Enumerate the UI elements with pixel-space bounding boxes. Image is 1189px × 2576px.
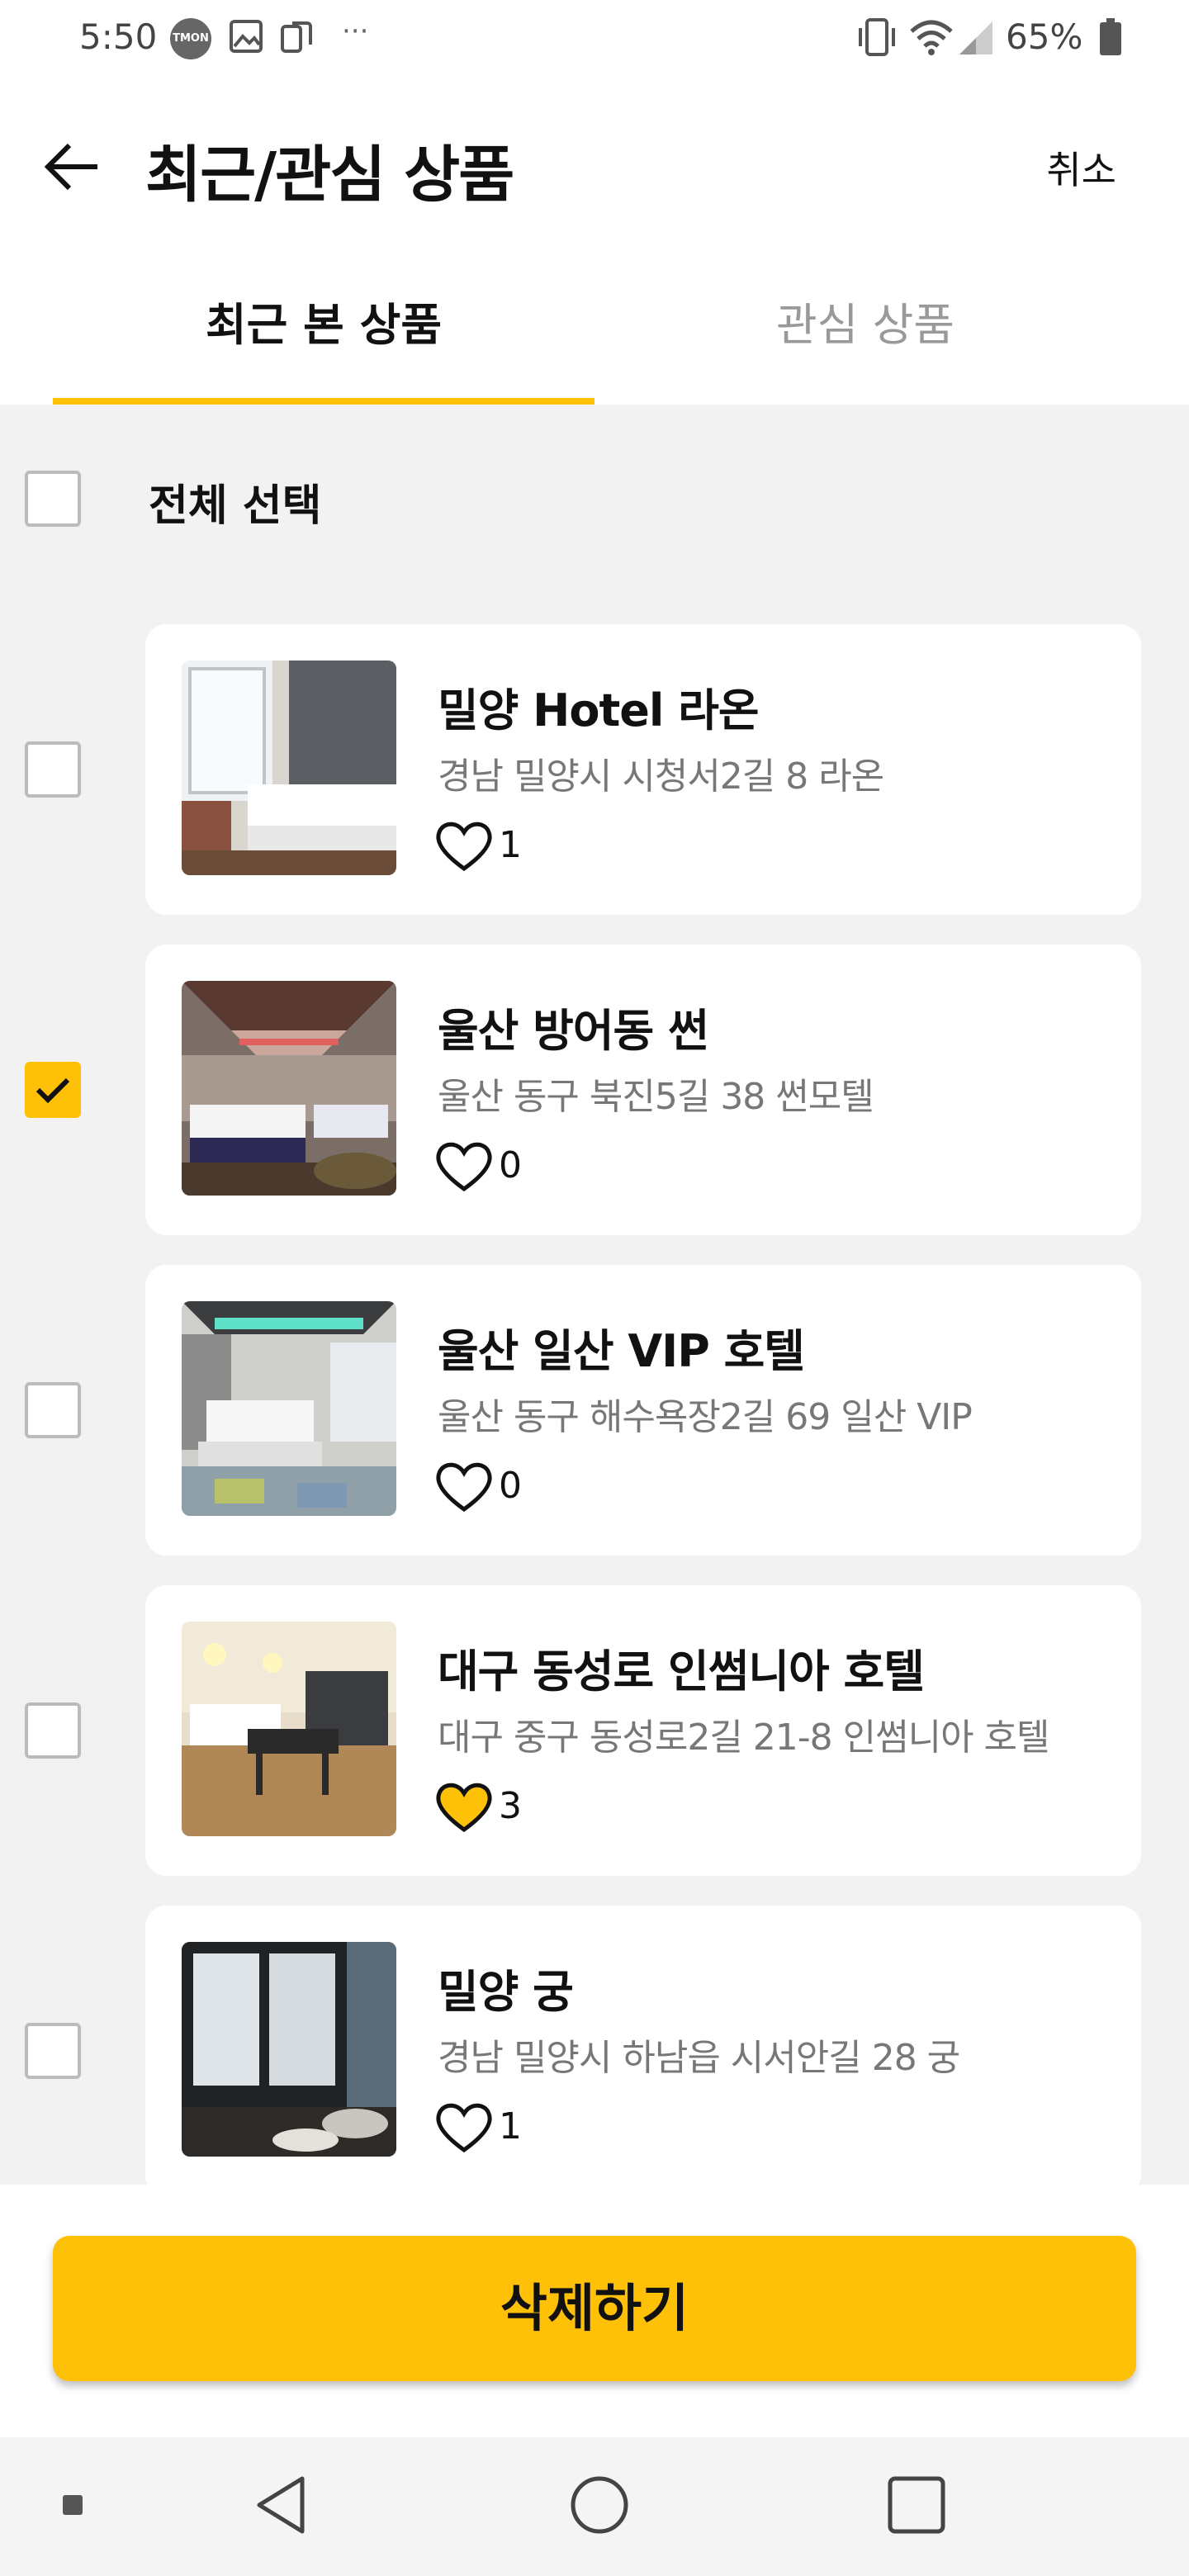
like-count: 0 xyxy=(499,1144,522,1186)
nav-recents-icon[interactable] xyxy=(885,2474,948,2540)
nav-home-icon[interactable] xyxy=(568,2474,631,2540)
list-item: 밀양 궁 경남 밀양시 하남읍 시서안길 28 궁 1 xyxy=(0,1906,1189,2196)
product-address: 대구 중구 동성로2길 21-8 인썸니아 호텔 xyxy=(438,1717,1050,1759)
product-name: 울산 방어동 썬 xyxy=(438,1005,709,1057)
battery-icon xyxy=(1098,18,1123,59)
status-bar: 5:50 TMON ··· 65% xyxy=(0,0,1189,76)
status-time: 5:50 xyxy=(79,17,158,57)
tab-recent-products[interactable]: 최근 본 상품 xyxy=(53,258,594,405)
product-name: 밀양 궁 xyxy=(438,1966,574,2018)
like-count: 3 xyxy=(499,1785,522,1827)
heart-outline-icon[interactable] xyxy=(434,819,494,875)
product-name: 밀양 Hotel 라온 xyxy=(438,684,760,736)
cancel-button[interactable]: 취소 xyxy=(1046,140,1116,195)
item-checkbox-checked[interactable] xyxy=(25,1062,81,1118)
product-card[interactable]: 밀양 Hotel 라온 경남 밀양시 시청서2길 8 라온 1 xyxy=(145,624,1141,915)
gallery-notification-icon xyxy=(228,18,264,58)
active-tab-indicator xyxy=(53,398,594,405)
system-navigation-bar xyxy=(0,2437,1189,2576)
signal-icon xyxy=(956,18,994,59)
item-checkbox[interactable] xyxy=(25,1702,81,1759)
header: 최근/관심 상품 취소 xyxy=(0,76,1189,258)
select-all-row[interactable]: 전체 선택 xyxy=(0,446,1189,545)
item-checkbox[interactable] xyxy=(25,741,81,798)
like-count: 1 xyxy=(499,824,522,866)
product-thumbnail xyxy=(182,1301,396,1516)
page-title: 최근/관심 상품 xyxy=(145,140,514,211)
product-address: 경남 밀양시 시청서2길 8 라온 xyxy=(438,755,884,798)
tab-liked-products[interactable]: 관심 상품 xyxy=(594,258,1136,405)
product-thumbnail xyxy=(182,1622,396,1836)
battery-percent: 65% xyxy=(1006,17,1083,57)
more-notifications-icon: ··· xyxy=(342,15,369,48)
product-address: 울산 동구 해수욕장2길 69 일산 VIP xyxy=(438,1396,973,1438)
delete-button[interactable]: 삭제하기 xyxy=(53,2236,1136,2381)
wifi-icon xyxy=(910,18,953,59)
heart-outline-icon[interactable] xyxy=(434,2100,494,2157)
tmon-notification-icon: TMON xyxy=(170,18,211,59)
product-thumbnail xyxy=(182,981,396,1196)
back-arrow-icon[interactable] xyxy=(43,142,101,195)
heart-outline-icon[interactable] xyxy=(434,1139,494,1196)
item-checkbox[interactable] xyxy=(25,1382,81,1438)
select-all-label: 전체 선택 xyxy=(149,481,322,531)
list-item: 울산 방어동 썬 울산 동구 북진5길 38 썬모텔 0 xyxy=(0,945,1189,1235)
list-item: 밀양 Hotel 라온 경남 밀양시 시청서2길 8 라온 1 xyxy=(0,624,1189,915)
product-card[interactable]: 울산 일산 VIP 호텔 울산 동구 해수욕장2길 69 일산 VIP 0 xyxy=(145,1265,1141,1556)
nav-menu-dot-icon[interactable] xyxy=(63,2495,83,2515)
product-address: 경남 밀양시 하남읍 시서안길 28 궁 xyxy=(438,2037,960,2079)
product-card[interactable]: 대구 동성로 인썸니아 호텔 대구 중구 동성로2길 21-8 인썸니아 호텔 … xyxy=(145,1585,1141,1876)
tab-bar: 최근 본 상품 관심 상품 xyxy=(0,258,1189,405)
product-name: 대구 동성로 인썸니아 호텔 xyxy=(438,1646,925,1698)
product-card[interactable]: 밀양 궁 경남 밀양시 하남읍 시서안길 28 궁 1 xyxy=(145,1906,1141,2196)
product-thumbnail xyxy=(182,661,396,875)
product-name: 울산 일산 VIP 호텔 xyxy=(438,1325,805,1377)
select-all-checkbox[interactable] xyxy=(25,471,81,527)
product-thumbnail xyxy=(182,1942,396,2157)
heart-outline-icon[interactable] xyxy=(434,1460,494,1516)
product-address: 울산 동구 북진5길 38 썬모텔 xyxy=(438,1076,874,1118)
vibrate-icon xyxy=(854,18,900,59)
like-count: 0 xyxy=(499,1465,522,1507)
copy-notification-icon xyxy=(279,18,315,58)
heart-filled-icon[interactable] xyxy=(434,1780,494,1836)
list-item: 대구 동성로 인썸니아 호텔 대구 중구 동성로2길 21-8 인썸니아 호텔 … xyxy=(0,1585,1189,1876)
nav-back-icon[interactable] xyxy=(253,2474,310,2540)
list-item: 울산 일산 VIP 호텔 울산 동구 해수욕장2길 69 일산 VIP 0 xyxy=(0,1265,1189,1556)
bottom-action-area: 삭제하기 xyxy=(0,2185,1189,2437)
product-card[interactable]: 울산 방어동 썬 울산 동구 북진5길 38 썬모텔 0 xyxy=(145,945,1141,1235)
like-count: 1 xyxy=(499,2105,522,2147)
item-checkbox[interactable] xyxy=(25,2023,81,2079)
